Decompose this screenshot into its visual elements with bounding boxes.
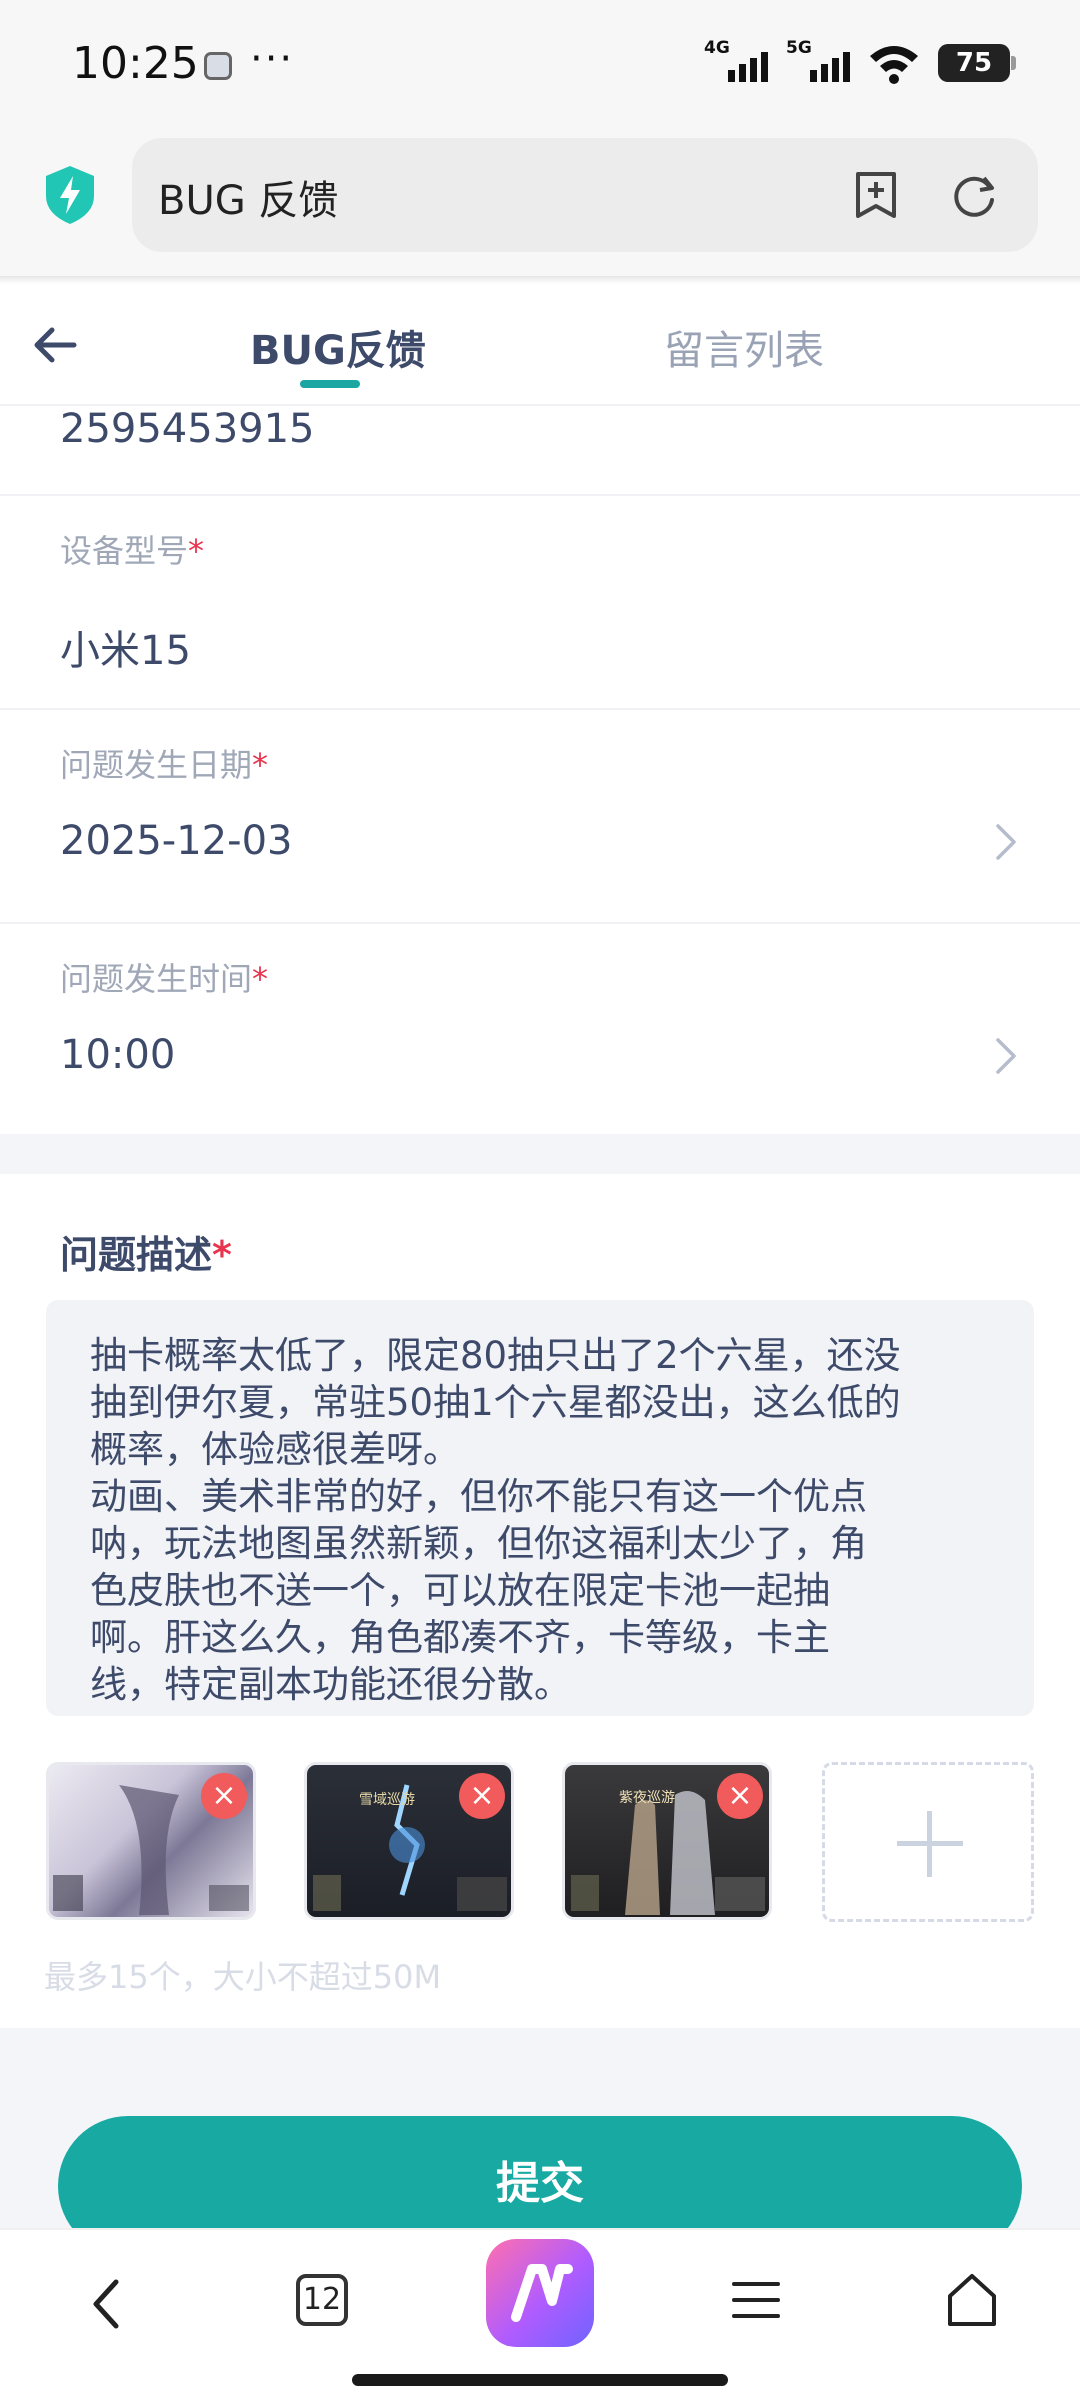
contact-value: 2595453915 xyxy=(60,406,315,452)
thumbnail-caption: 紫夜巡游 xyxy=(619,1790,675,1806)
gesture-bar xyxy=(352,2374,728,2386)
thumbnail-caption: 雪域巡游 xyxy=(359,1792,415,1808)
active-tab-indicator xyxy=(300,380,360,388)
url-field[interactable]: BUG 反馈 xyxy=(132,138,1038,252)
description-title: 问题描述* xyxy=(60,1233,232,1277)
time-value: 10:00 xyxy=(60,1032,176,1078)
notification-app-icon xyxy=(204,52,232,80)
time-label: 问题发生时间* xyxy=(60,960,269,998)
wifi-icon xyxy=(870,46,918,84)
signal-4g-icon: 4G xyxy=(704,38,768,86)
upload-hint: 最多15个，大小不超过50M xyxy=(44,1958,442,1996)
tab-bug-feedback[interactable]: BUG反馈 xyxy=(250,318,426,376)
menu-icon[interactable] xyxy=(730,2274,782,2326)
attachment-thumbnail[interactable]: 雪域巡游 × xyxy=(304,1762,514,1920)
ai-logo-icon xyxy=(511,2264,573,2322)
back-arrow-icon[interactable] xyxy=(30,320,80,370)
page-header: BUG反馈 留言列表 xyxy=(0,284,1080,406)
tabs-count-button[interactable]: 12 xyxy=(296,2274,348,2326)
ai-assistant-button[interactable] xyxy=(486,2239,594,2347)
device-row[interactable]: 设备型号* 小米15 xyxy=(0,496,1080,710)
browser-address-bar: BUG 反馈 xyxy=(0,130,1080,278)
time-row[interactable]: 问题发生时间* 10:00 xyxy=(0,924,1080,1134)
description-textarea[interactable]: 抽卡概率太低了，限定80抽只出了2个六星，还没 抽到伊尔夏，常驻50抽1个六星都… xyxy=(46,1300,1034,1716)
attachment-thumbnail[interactable]: 紫夜巡游 × xyxy=(562,1762,772,1920)
battery-icon: 75 xyxy=(938,44,1016,82)
refresh-icon[interactable] xyxy=(950,170,998,220)
date-label: 问题发生日期* xyxy=(60,746,269,784)
remove-attachment-button[interactable]: × xyxy=(717,1773,763,1819)
chevron-right-icon xyxy=(996,1038,1016,1074)
section-divider xyxy=(0,1134,1080,1174)
contact-row[interactable]: 2595453915 xyxy=(0,406,1080,496)
remove-attachment-button[interactable]: × xyxy=(201,1773,247,1819)
tab-message-list[interactable]: 留言列表 xyxy=(664,318,824,376)
date-row[interactable]: 问题发生日期* 2025-12-03 xyxy=(0,710,1080,924)
divider xyxy=(0,276,1080,284)
signal-5g-icon: 5G xyxy=(786,38,850,86)
more-notifications-icon: ··· xyxy=(250,36,295,82)
device-value: 小米15 xyxy=(60,628,191,674)
security-shield-icon[interactable] xyxy=(42,164,98,226)
home-icon[interactable] xyxy=(944,2270,1000,2330)
status-bar: 10:25 ··· 4G 5G 75 xyxy=(0,0,1080,130)
nav-back-icon[interactable] xyxy=(82,2274,132,2334)
remove-attachment-button[interactable]: × xyxy=(459,1773,505,1819)
device-label: 设备型号* xyxy=(60,532,205,570)
date-value: 2025-12-03 xyxy=(60,818,293,864)
chevron-right-icon xyxy=(996,824,1016,860)
description-text: 抽卡概率太低了，限定80抽只出了2个六星，还没 抽到伊尔夏，常驻50抽1个六星都… xyxy=(90,1334,901,1706)
attachment-thumbnail[interactable]: × xyxy=(46,1762,256,1920)
status-time: 10:25 xyxy=(72,38,199,89)
url-title: BUG 反馈 xyxy=(158,178,339,224)
add-bookmark-icon[interactable] xyxy=(852,170,900,220)
add-attachment-button[interactable] xyxy=(822,1762,1034,1922)
